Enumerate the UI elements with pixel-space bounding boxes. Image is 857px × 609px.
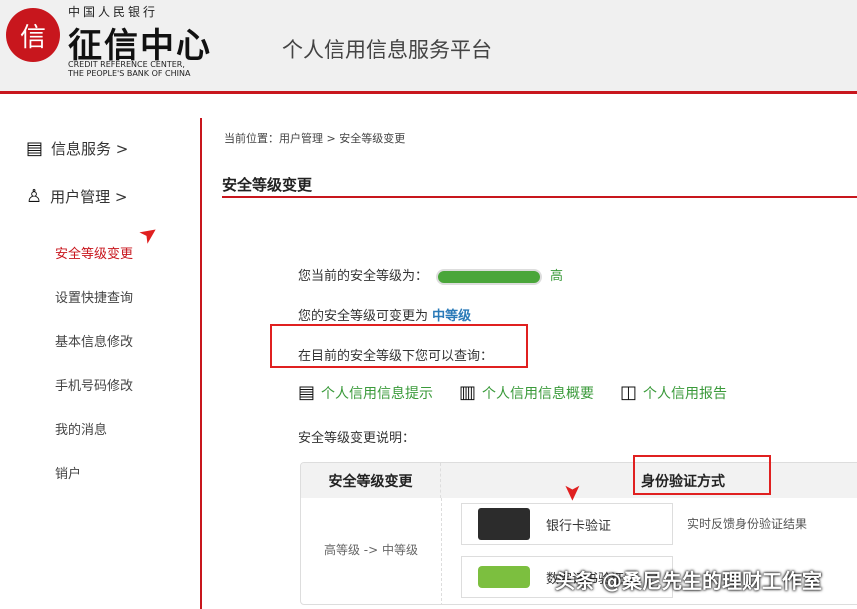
note-icon: ▤ — [298, 382, 315, 403]
document-icon: ▥ — [459, 382, 476, 403]
explain-label: 安全等级变更说明： — [298, 427, 415, 446]
watermark: 头条 @桑尼先生的理财工作室 — [555, 565, 822, 594]
page-title: 安全等级变更 — [222, 174, 312, 195]
method-label: 银行卡验证 — [546, 515, 611, 534]
current-level-value: 高 — [550, 269, 563, 284]
current-level-row: 您当前的安全等级为： 高 — [298, 265, 563, 285]
user-icon: ♙ — [26, 186, 42, 207]
bank-card-icon — [478, 508, 530, 540]
breadcrumb: 当前位置：用户管理 > 安全等级变更 — [224, 130, 405, 146]
sidebar-sub-security-level[interactable]: 安全等级变更 — [55, 243, 133, 262]
logo-en-line2: THE PEOPLE'S BANK OF CHINA — [68, 69, 190, 78]
logo-english: CREDIT REFERENCE CENTER,THE PEOPLE'S BAN… — [68, 60, 190, 78]
current-level-label: 您当前的安全等级为： — [298, 269, 428, 284]
title-underline — [222, 196, 857, 198]
link-label: 个人信用报告 — [643, 383, 727, 403]
sidebar-sub-close-account[interactable]: 销户 — [55, 463, 81, 482]
link-label: 个人信用信息提示 — [321, 383, 433, 403]
method-desc: 实时反馈身份验证结果 — [687, 515, 807, 532]
link-credit-report[interactable]: ◫ 个人信用报告 — [620, 382, 727, 403]
sidebar-sub-phone[interactable]: 手机号码修改 — [55, 375, 133, 394]
sidebar-item-label: 信息服务 > — [51, 138, 128, 159]
sidebar-sub-basic-info[interactable]: 基本信息修改 — [55, 331, 133, 350]
credit-center-seal-logo: 信 — [6, 8, 60, 62]
change-level-value[interactable]: 中等级 — [432, 309, 471, 324]
annotation-arrow: ➤ — [134, 219, 163, 250]
logo-en-line1: CREDIT REFERENCE CENTER, — [68, 60, 190, 69]
book-icon: ◫ — [620, 382, 637, 403]
sidebar-sub-messages[interactable]: 我的消息 — [55, 419, 107, 438]
annotation-box — [270, 324, 528, 368]
query-links: ▤ 个人信用信息提示 ▥ 个人信用信息概要 ◫ 个人信用报告 — [298, 382, 727, 403]
sidebar-item-label: 用户管理 > — [50, 186, 127, 207]
bank-card-verify-option[interactable]: 银行卡验证 — [461, 503, 673, 545]
link-credit-tip[interactable]: ▤ 个人信用信息提示 — [298, 382, 433, 403]
sidebar-divider — [200, 118, 202, 609]
platform-title: 个人信用信息服务平台 — [282, 34, 492, 64]
annotation-arrow: ➤ — [560, 483, 585, 501]
link-label: 个人信用信息概要 — [482, 383, 594, 403]
change-level-label: 您的安全等级可变更为 — [298, 309, 428, 324]
sidebar-sub-quick-query[interactable]: 设置快捷查询 — [55, 287, 133, 306]
column-divider — [441, 498, 442, 605]
header-change: 安全等级变更 — [301, 463, 441, 498]
sidebar-item-user-management[interactable]: ♙ 用户管理 > — [26, 186, 127, 207]
level-change-cell: 高等级 -> 中等级 — [301, 541, 441, 558]
document-icon: ▤ — [26, 138, 43, 159]
certificate-icon — [478, 566, 530, 588]
link-credit-summary[interactable]: ▥ 个人信用信息概要 — [459, 382, 594, 403]
security-level-bar — [436, 269, 542, 285]
change-level-row: 您的安全等级可变更为 中等级 — [298, 305, 471, 324]
sidebar-item-info-service[interactable]: ▤ 信息服务 > — [26, 138, 128, 159]
annotation-box — [633, 455, 771, 495]
header: 信 中国人民银行 征信中心 CREDIT REFERENCE CENTER,TH… — [0, 0, 857, 94]
